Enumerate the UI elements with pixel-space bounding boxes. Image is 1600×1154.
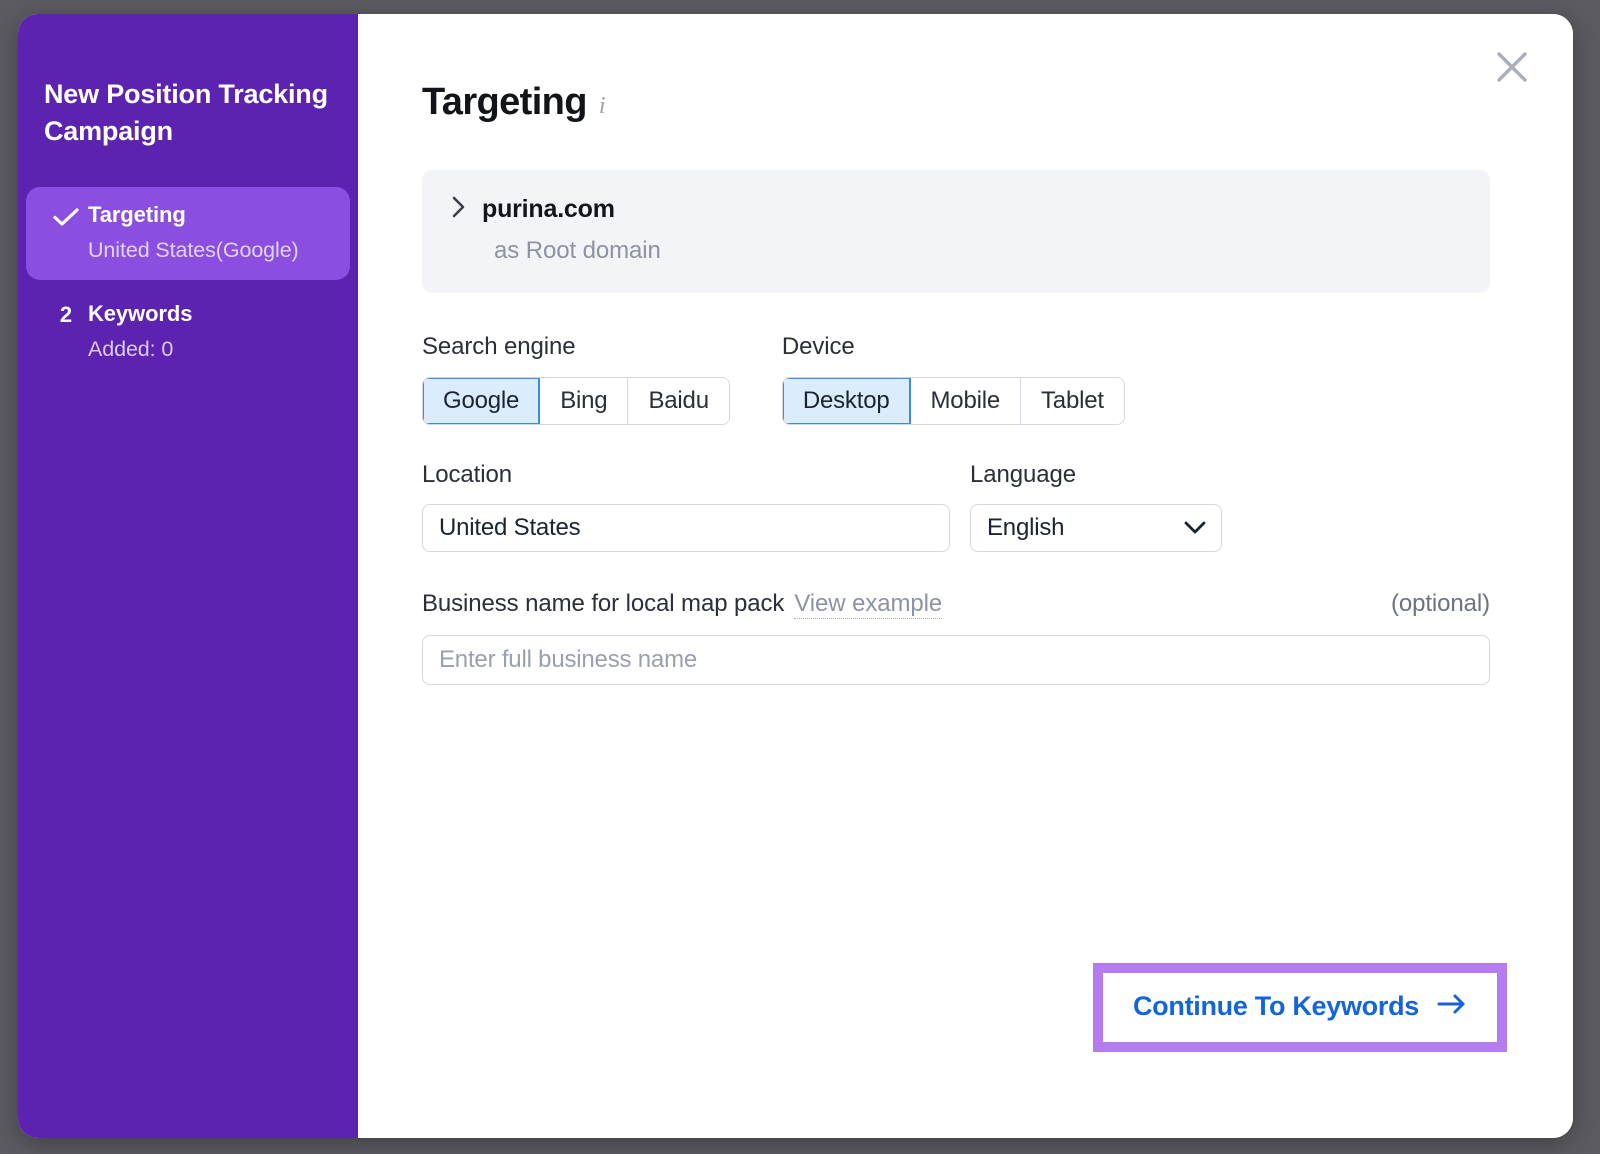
chevron-right-icon[interactable] bbox=[452, 196, 466, 223]
location-input[interactable] bbox=[422, 504, 950, 552]
page-backdrop: New Position Tracking Campaign Targeting… bbox=[0, 0, 1600, 1154]
sidebar: New Position Tracking Campaign Targeting… bbox=[18, 14, 358, 1138]
search-engine-option-bing[interactable]: Bing bbox=[540, 378, 628, 424]
sidebar-item-body: Targeting United States(Google) bbox=[88, 202, 338, 263]
check-icon bbox=[38, 202, 88, 227]
device-option-desktop[interactable]: Desktop bbox=[783, 378, 911, 424]
continue-to-keywords-button[interactable]: Continue To Keywords bbox=[1103, 973, 1497, 1042]
sidebar-title: New Position Tracking Campaign bbox=[18, 76, 358, 151]
sidebar-item-targeting[interactable]: Targeting United States(Google) bbox=[26, 187, 350, 280]
campaign-setup-modal: New Position Tracking Campaign Targeting… bbox=[18, 14, 1573, 1138]
sidebar-steps: Targeting United States(Google) 2 Keywor… bbox=[18, 187, 358, 379]
search-engine-field: Search engine Google Bing Baidu bbox=[422, 333, 730, 425]
page-header: Targeting i bbox=[422, 76, 1493, 128]
search-engine-label: Search engine bbox=[422, 333, 730, 361]
location-label: Location bbox=[422, 461, 950, 489]
close-icon[interactable] bbox=[1489, 44, 1535, 90]
business-name-label: Business name for local map pack bbox=[422, 590, 784, 618]
language-label: Language bbox=[970, 461, 1222, 489]
continue-button-highlight: Continue To Keywords bbox=[1093, 963, 1507, 1052]
business-name-header: Business name for local map pack View ex… bbox=[422, 590, 1490, 619]
sidebar-item-body: Keywords Added: 0 bbox=[88, 301, 338, 362]
optional-label: (optional) bbox=[1391, 590, 1490, 618]
page-title: Targeting bbox=[422, 80, 587, 124]
domain-panel: purina.com as Root domain bbox=[422, 170, 1490, 293]
sidebar-item-sublabel: United States(Google) bbox=[88, 237, 338, 263]
domain-name: purina.com bbox=[482, 195, 615, 224]
continue-button-label: Continue To Keywords bbox=[1133, 991, 1419, 1022]
sidebar-item-sublabel: Added: 0 bbox=[88, 336, 338, 362]
search-engine-option-baidu[interactable]: Baidu bbox=[628, 378, 728, 424]
arrow-right-icon bbox=[1437, 991, 1467, 1022]
step-number: 2 bbox=[38, 301, 88, 329]
view-example-link[interactable]: View example bbox=[794, 590, 942, 619]
business-name-field: Business name for local map pack View ex… bbox=[422, 590, 1490, 685]
toggles-row: Search engine Google Bing Baidu Device D… bbox=[422, 333, 1493, 425]
domain-scope: as Root domain bbox=[452, 237, 1460, 265]
sidebar-item-keywords[interactable]: 2 Keywords Added: 0 bbox=[26, 286, 350, 379]
domain-row[interactable]: purina.com bbox=[452, 195, 1460, 224]
search-engine-option-google[interactable]: Google bbox=[423, 378, 540, 424]
language-select[interactable] bbox=[970, 504, 1222, 552]
device-segmented-control[interactable]: Desktop Mobile Tablet bbox=[782, 377, 1125, 425]
language-select-wrapper bbox=[970, 504, 1222, 552]
sidebar-item-label: Keywords bbox=[88, 301, 338, 327]
device-option-mobile[interactable]: Mobile bbox=[911, 378, 1022, 424]
location-language-row: Location Language bbox=[422, 461, 1493, 552]
device-option-tablet[interactable]: Tablet bbox=[1021, 378, 1124, 424]
language-field: Language bbox=[970, 461, 1222, 552]
info-icon[interactable]: i bbox=[599, 76, 606, 128]
device-label: Device bbox=[782, 333, 1125, 361]
main-panel: Targeting i purina.com as Root domain bbox=[358, 14, 1573, 1138]
sidebar-item-label: Targeting bbox=[88, 202, 338, 228]
location-field: Location bbox=[422, 461, 950, 552]
business-name-input[interactable] bbox=[422, 635, 1490, 685]
device-field: Device Desktop Mobile Tablet bbox=[782, 333, 1125, 425]
search-engine-segmented-control[interactable]: Google Bing Baidu bbox=[422, 377, 730, 425]
